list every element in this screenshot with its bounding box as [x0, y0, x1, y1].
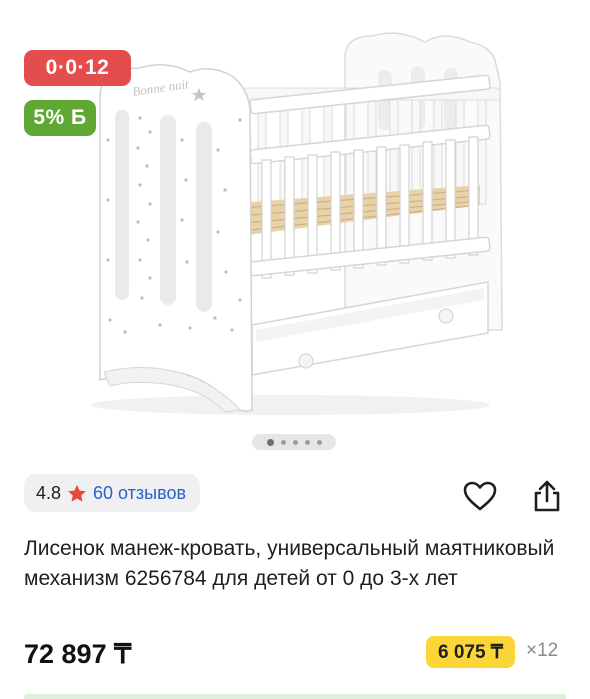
bonus-badge: 5% Б — [24, 100, 96, 136]
pagination-dot-3[interactable] — [292, 439, 298, 445]
installment-months: ×12 — [526, 640, 559, 661]
product-image-gallery[interactable]: Bonne nuit 0·0·12 5% Б — [0, 0, 590, 460]
star-icon — [67, 484, 87, 503]
share-button[interactable] — [527, 478, 567, 518]
installment-badge: 0·0·12 — [24, 50, 131, 86]
pagination-dot-2[interactable] — [280, 439, 286, 445]
pagination-dot-1[interactable] — [266, 438, 274, 446]
heart-icon — [463, 481, 497, 516]
share-icon — [531, 479, 563, 518]
rating-value: 4.8 — [36, 482, 62, 503]
rating-reviews-chip[interactable]: 4.8 60 отзывов — [24, 474, 201, 512]
pagination-dot-5[interactable] — [316, 439, 322, 445]
product-price: 72 897 ₸ — [24, 639, 132, 669]
favorite-button[interactable] — [460, 478, 500, 518]
pagination-dot-4[interactable] — [304, 439, 310, 445]
image-pagination[interactable] — [252, 434, 336, 450]
product-title: Лисенок манеж-кровать, универсальный мая… — [24, 537, 555, 590]
monthly-payment-chip[interactable]: 6 075 ₸ — [426, 636, 515, 668]
reviews-link[interactable]: 60 отзывов — [93, 483, 186, 504]
bottom-bar-edge — [24, 694, 566, 699]
